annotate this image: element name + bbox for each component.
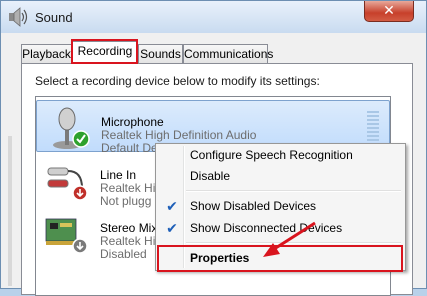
device-status: Disabled bbox=[100, 247, 147, 261]
tab-playback[interactable]: Playback bbox=[21, 44, 72, 63]
tab-label: Playback bbox=[22, 47, 71, 61]
device-name: Stereo Mix bbox=[100, 221, 158, 235]
sound-dialog: Sound ✕ Playback Recording Sounds Commun… bbox=[0, 0, 427, 296]
menu-item-show-disconnected[interactable]: ✔ Show Disconnected Devices bbox=[158, 217, 403, 239]
menu-item-label: Show Disconnected Devices bbox=[190, 221, 343, 235]
menu-separator bbox=[186, 190, 401, 192]
device-driver: Realtek Hig bbox=[100, 181, 163, 195]
menu-item-configure-speech[interactable]: Configure Speech Recognition bbox=[158, 144, 403, 166]
menu-item-show-disabled[interactable]: ✔ Show Disabled Devices bbox=[158, 195, 403, 217]
device-driver: Realtek Hig bbox=[100, 234, 163, 248]
speaker-icon bbox=[9, 7, 28, 27]
tab-sounds[interactable]: Sounds bbox=[138, 44, 183, 63]
checkmark-icon: ✔ bbox=[166, 220, 178, 236]
device-name: Line In bbox=[100, 168, 137, 182]
line-in-cable-icon bbox=[47, 167, 88, 201]
microphone-icon bbox=[53, 107, 90, 149]
close-icon: ✕ bbox=[383, 2, 395, 18]
checkmark-icon: ✔ bbox=[166, 198, 178, 214]
close-button[interactable]: ✕ bbox=[364, 1, 414, 22]
tab-communications[interactable]: Communications bbox=[183, 44, 273, 63]
tab-label: Communications bbox=[184, 47, 274, 61]
instruction-text: Select a recording device below to modif… bbox=[35, 74, 320, 88]
properties-highlight bbox=[157, 245, 403, 272]
recording-tab-highlight bbox=[71, 39, 138, 64]
title-bar[interactable]: Sound ✕ bbox=[1, 1, 426, 33]
device-driver: Realtek High Definition Audio bbox=[101, 128, 257, 142]
menu-separator bbox=[186, 242, 401, 244]
device-status: Not plugg bbox=[100, 194, 152, 208]
menu-item-disable[interactable]: Disable bbox=[158, 165, 403, 187]
tab-label: Sounds bbox=[140, 47, 181, 61]
sound-card-icon bbox=[45, 218, 88, 254]
menu-item-label: Show Disabled Devices bbox=[190, 199, 317, 213]
menu-item-label: Disable bbox=[190, 169, 231, 183]
window-edge-scroll bbox=[8, 136, 12, 286]
window-title: Sound bbox=[35, 10, 73, 25]
device-name: Microphone bbox=[101, 115, 164, 129]
menu-item-label: Configure Speech Recognition bbox=[190, 148, 353, 162]
